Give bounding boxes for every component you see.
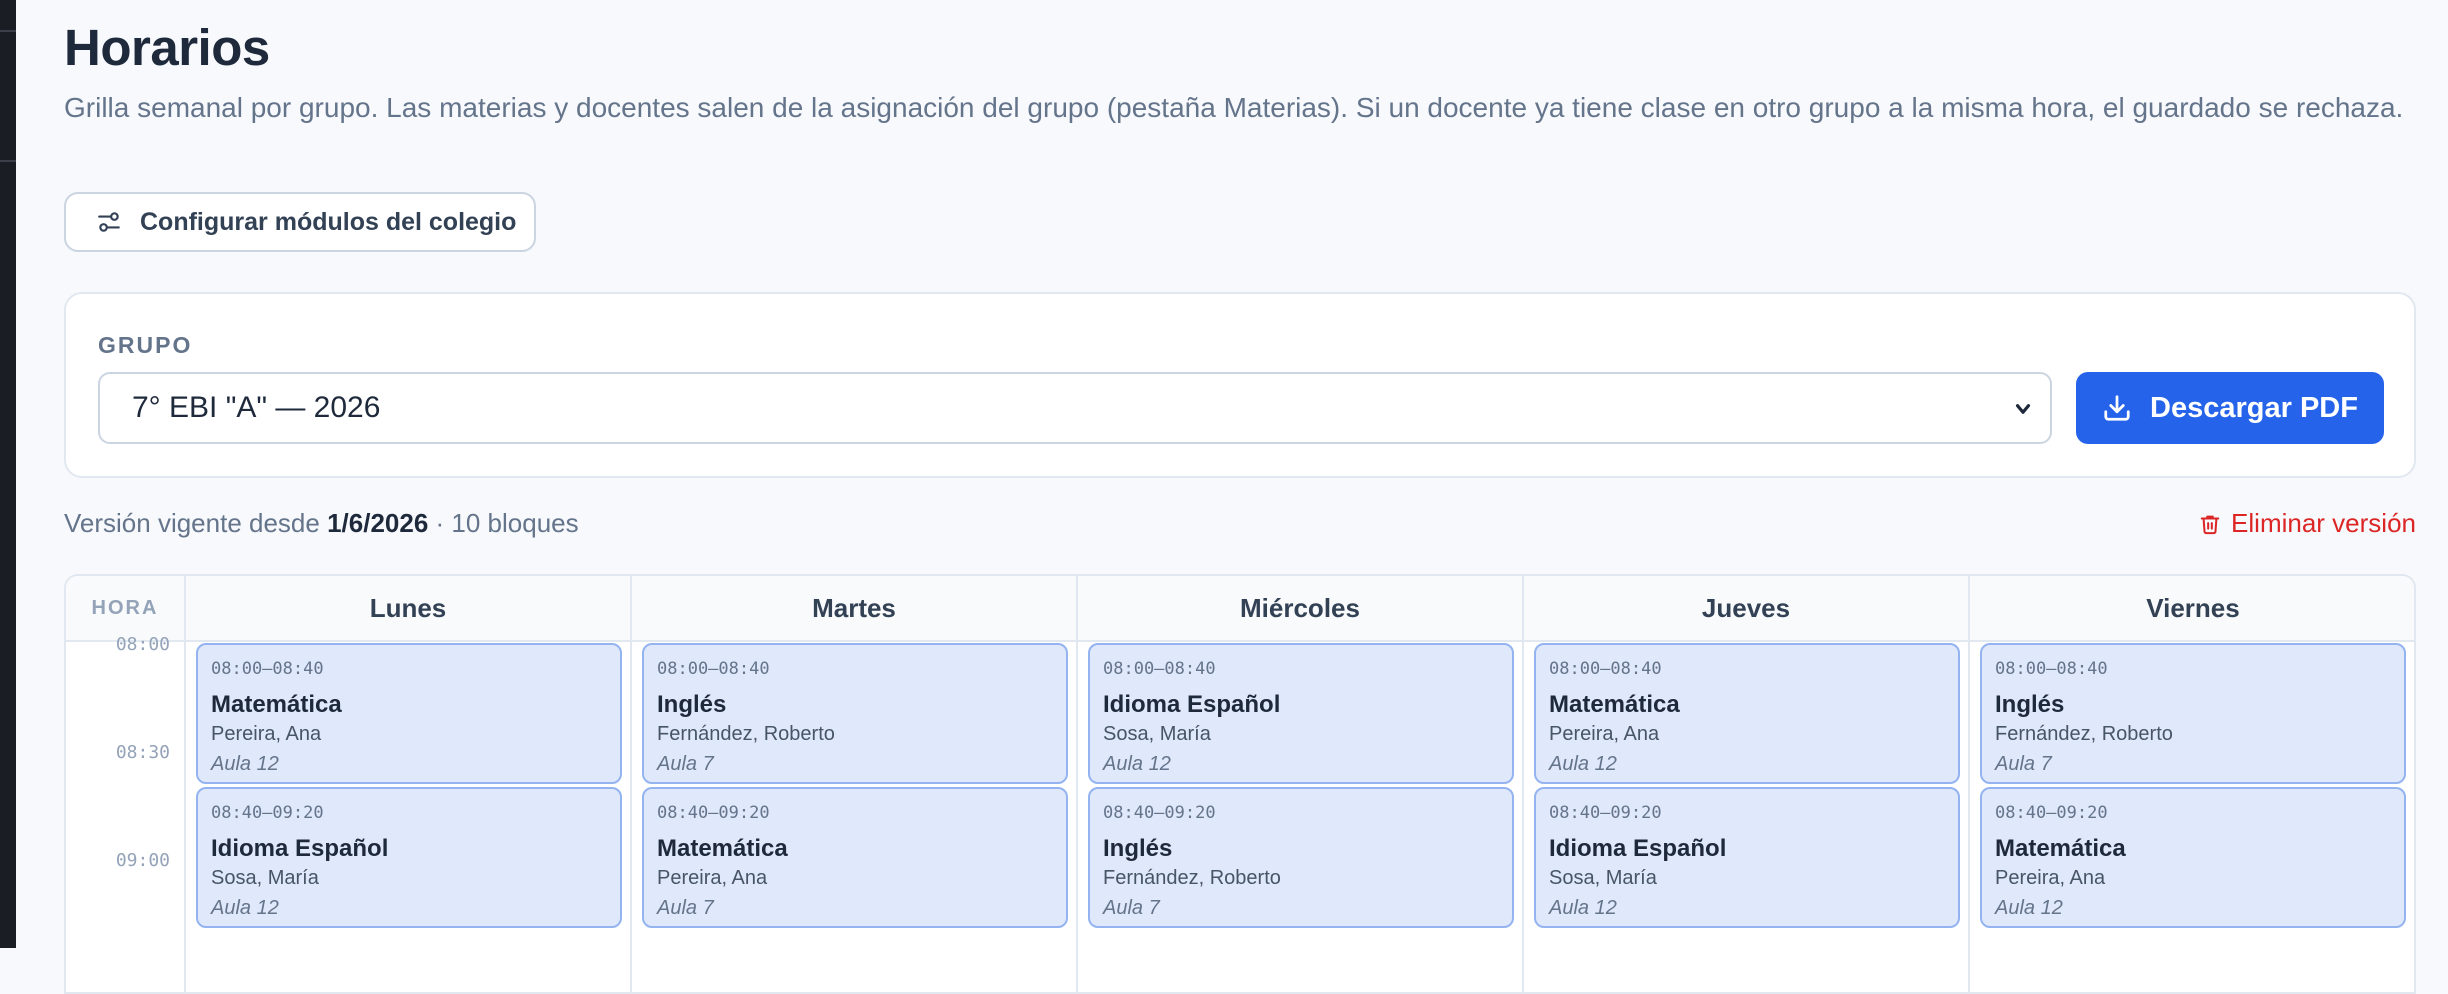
block-room: Aula 12 [1549,897,1617,919]
page-title: Horarios [64,19,270,76]
sliders-icon [98,212,120,232]
block-time: 08:00–08:40 [1995,659,2108,679]
block-room: Aula 12 [1103,753,1171,775]
day-header: Jueves [1524,576,1970,640]
block-time: 08:40–09:20 [1549,803,1662,823]
block-subject: Matemática [1995,835,2126,862]
block-subject: Idioma Español [1103,691,1281,718]
block-teacher: Sosa, María [1549,867,1657,889]
schedule-block[interactable]: 08:00–08:40 Inglés Fernández, Roberto Au… [1980,643,2406,784]
block-time: 08:40–09:20 [657,803,770,823]
download-pdf-label: Descargar PDF [2150,391,2358,424]
download-icon [2104,395,2130,421]
block-teacher: Pereira, Ana [1549,723,1660,745]
block-time: 08:00–08:40 [1549,659,1662,679]
block-subject: Matemática [211,691,342,718]
hora-column-header: HORA [66,576,186,640]
time-label: 09:00 [115,850,170,871]
block-teacher: Sosa, María [1103,723,1211,745]
block-time: 08:00–08:40 [1103,659,1216,679]
left-rail [0,0,16,948]
schedule-block[interactable]: 08:40–09:20 Matemática Pereira, Ana Aula… [642,787,1068,928]
block-subject: Inglés [1103,835,1173,862]
column-divider [630,642,632,992]
block-teacher: Fernández, Roberto [1995,723,2173,745]
page-subtitle: Grilla semanal por grupo. Las materias y… [64,92,2404,123]
configure-modules-label: Configurar módulos del colegio [140,207,517,236]
version-block-count: · 10 bloques [428,508,579,538]
block-subject: Matemática [1549,691,1680,718]
delete-version-link[interactable]: Eliminar versión [2199,508,2416,539]
group-filter-card: GRUPO 7° EBI "A" — 2026 Descargar PDF [64,292,2416,478]
block-room: Aula 7 [657,897,714,919]
block-teacher: Fernández, Roberto [1103,867,1281,889]
group-select[interactable]: 7° EBI "A" — 2026 [98,372,2052,444]
version-date: 1/6/2026 [327,508,429,538]
block-subject: Inglés [657,691,727,718]
block-teacher: Sosa, María [211,867,319,889]
block-room: Aula 12 [1995,897,2063,919]
trash-icon [2200,515,2220,534]
schedule-block[interactable]: 08:00–08:40 Matemática Pereira, Ana Aula… [196,643,622,784]
time-label: 08:30 [115,742,170,763]
block-room: Aula 12 [1549,753,1617,775]
block-subject: Matemática [657,835,788,862]
block-room: Aula 7 [1103,897,1160,919]
block-teacher: Pereira, Ana [657,867,768,889]
version-prefix: Versión vigente desde [64,508,328,538]
column-divider [1968,642,1970,992]
block-room: Aula 7 [1995,753,2052,775]
column-divider [1076,642,1078,992]
column-divider [184,642,186,992]
block-time: 08:00–08:40 [657,659,770,679]
version-info: Versión vigente desde 1/6/2026 · 10 bloq… [64,508,579,539]
rail-divider [0,30,16,32]
time-label: 08:00 [115,634,170,655]
block-time: 08:00–08:40 [211,659,324,679]
chevron-down-icon [2015,404,2031,414]
block-time: 08:40–09:20 [1995,803,2108,823]
rail-divider [0,160,16,162]
block-teacher: Fernández, Roberto [657,723,835,745]
day-header: Viernes [2146,592,2240,623]
day-header: Lunes [186,576,632,640]
column-divider [1522,642,1524,992]
block-time: 08:40–09:20 [211,803,324,823]
group-select-value: 7° EBI "A" — 2026 [132,391,381,424]
schedule-header-row: HORA Lunes Martes Miércoles Jueves Viern… [66,576,2414,642]
download-pdf-button[interactable]: Descargar PDF [2076,372,2384,444]
schedule-block[interactable]: 08:40–09:20 Idioma Español Sosa, María A… [196,787,622,928]
configure-modules-button[interactable]: Configurar módulos del colegio [64,192,536,252]
schedule-grid: HORA Lunes Martes Miércoles Jueves Viern… [64,574,2416,994]
group-label: GRUPO [98,332,193,358]
block-room: Aula 7 [657,753,714,775]
schedule-block[interactable]: 08:40–09:20 Inglés Fernández, Roberto Au… [1088,787,1514,928]
block-room: Aula 12 [211,897,279,919]
schedule-block[interactable]: 08:00–08:40 Inglés Fernández, Roberto Au… [642,643,1068,784]
delete-version-label: Eliminar versión [2231,508,2416,538]
schedule-block[interactable]: 08:00–08:40 Idioma Español Sosa, María A… [1088,643,1514,784]
block-subject: Inglés [1995,691,2065,718]
day-header: Miércoles [1078,576,1524,640]
day-header: Martes [632,576,1078,640]
block-time: 08:40–09:20 [1103,803,1216,823]
block-teacher: Pereira, Ana [1995,867,2106,889]
block-room: Aula 12 [211,753,279,775]
schedule-block[interactable]: 08:00–08:40 Matemática Pereira, Ana Aula… [1534,643,1960,784]
block-teacher: Pereira, Ana [211,723,322,745]
schedule-block[interactable]: 08:40–09:20 Matemática Pereira, Ana Aula… [1980,787,2406,928]
block-subject: Idioma Español [211,835,389,862]
block-subject: Idioma Español [1549,835,1727,862]
schedule-block[interactable]: 08:40–09:20 Idioma Español Sosa, María A… [1534,787,1960,928]
